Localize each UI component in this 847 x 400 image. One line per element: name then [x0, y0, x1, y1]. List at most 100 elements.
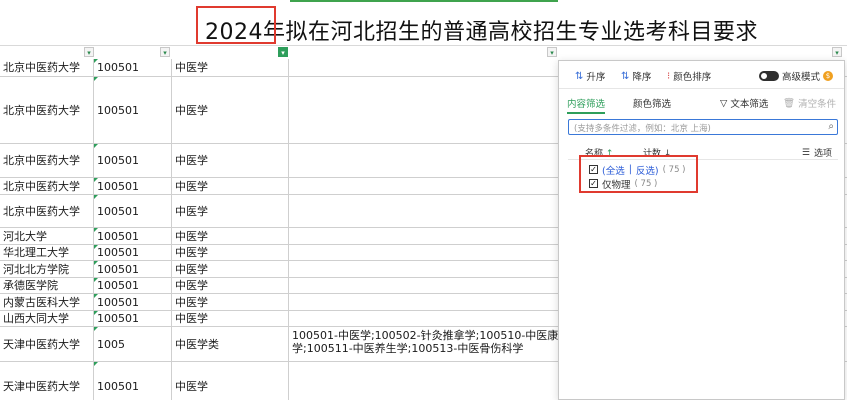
- school-cell-text: 北京中医药大学: [3, 179, 80, 193]
- code-cell[interactable]: 100501: [94, 59, 172, 76]
- major-cell[interactable]: 中医学: [172, 77, 289, 143]
- code-cell[interactable]: 100501: [94, 77, 172, 143]
- code-cell[interactable]: 100501: [94, 245, 172, 260]
- cell-comment-marker-icon: [94, 327, 98, 331]
- major-cell[interactable]: 中医学: [172, 178, 289, 194]
- code-cell[interactable]: 100501: [94, 278, 172, 293]
- advanced-mode-label: 高级模式: [782, 72, 821, 83]
- major-cell[interactable]: 中医学: [172, 311, 289, 326]
- column-b-filter-dropdown[interactable]: ▾: [160, 47, 170, 57]
- code-cell[interactable]: 100501: [94, 311, 172, 326]
- major-cell[interactable]: 中医学: [172, 294, 289, 310]
- advanced-mode-toggle[interactable]: 高级模式 $: [759, 69, 834, 83]
- highlight-box-filter-items: [579, 155, 698, 193]
- major-cell-text: 中医学: [175, 380, 208, 393]
- search-icon[interactable]: ⌕: [828, 121, 834, 132]
- toggle-switch-icon: [759, 71, 779, 81]
- school-cell[interactable]: 天津中医药大学: [0, 362, 94, 400]
- school-cell-text: 承德医学院: [3, 279, 58, 292]
- school-cell[interactable]: 承德医学院: [0, 278, 94, 293]
- sort-ascending-button[interactable]: ⇅ 升序: [575, 69, 606, 84]
- school-cell[interactable]: 北京中医药大学: [0, 59, 94, 76]
- cell-comment-marker-icon: [94, 362, 98, 366]
- list-options-label: 选项: [813, 149, 832, 159]
- text-filter-button[interactable]: ▽ 文本筛选: [720, 96, 769, 111]
- color-sort-label: 颜色排序: [673, 72, 712, 83]
- major-cell-text: 中医学: [175, 279, 208, 292]
- major-cell[interactable]: 中医学: [172, 362, 289, 400]
- major-cell[interactable]: 中医学: [172, 261, 289, 277]
- clear-condition-button[interactable]: 🗑 清空条件: [783, 96, 837, 111]
- top-accent-line: [290, 0, 558, 2]
- sheet-title[interactable]: 2024年拟在河北招生的普通高校招生专业选考科目要求: [205, 14, 758, 46]
- code-cell[interactable]: 100501: [94, 144, 172, 177]
- school-cell[interactable]: 山西大同大学: [0, 311, 94, 326]
- filter-panel: ⇅ 升序 ⇅ 降序 ⁝ 颜色排序 高级模式 $ 内容筛选 颜色筛选 ▽ 文本筛选…: [558, 60, 845, 400]
- sort-descending-button[interactable]: ⇅ 降序: [621, 69, 651, 84]
- school-cell-text: 华北理工大学: [3, 246, 69, 259]
- filter-search-input[interactable]: (支持多条件过滤，例如：北京 上海) ⌕: [568, 119, 838, 135]
- school-cell[interactable]: 河北大学: [0, 228, 94, 244]
- color-sort-icon: ⁝: [667, 70, 671, 82]
- code-cell[interactable]: 100501: [94, 178, 172, 194]
- cell-comment-marker-icon: [94, 261, 98, 265]
- school-cell-text: 北京中医药大学: [3, 61, 80, 74]
- school-cell[interactable]: 北京中医药大学: [0, 195, 94, 227]
- major-cell[interactable]: 中医学: [172, 144, 289, 177]
- text-filter-label: 文本筛选: [730, 99, 769, 110]
- sort-ascending-label: 升序: [586, 72, 606, 83]
- detail-cell-text: 100501-中医学;100502-针灸推拿学;100510-中医康学;1005…: [292, 329, 559, 355]
- school-cell-text: 北京中医药大学: [3, 154, 80, 167]
- code-cell[interactable]: 100501: [94, 261, 172, 277]
- list-options-button[interactable]: ☰ 选项: [801, 146, 832, 160]
- sort-ascending-icon: ⇅: [575, 70, 584, 82]
- code-cell[interactable]: 100501: [94, 294, 172, 310]
- color-sort-button[interactable]: ⁝ 颜色排序: [667, 69, 712, 84]
- column-d-filter-dropdown[interactable]: ▾: [547, 47, 557, 57]
- cell-comment-marker-icon: [94, 278, 98, 282]
- code-cell[interactable]: 100501: [94, 228, 172, 244]
- school-cell[interactable]: 北京中医药大学: [0, 144, 94, 177]
- major-cell[interactable]: 中医学: [172, 228, 289, 244]
- tab-color-filter[interactable]: 颜色筛选: [633, 96, 671, 110]
- code-cell-text: 100501: [97, 154, 139, 167]
- school-cell[interactable]: 北京中医药大学: [0, 77, 94, 143]
- school-cell[interactable]: 天津中医药大学: [0, 327, 94, 361]
- major-cell-text: 中医学类: [175, 337, 219, 351]
- code-cell[interactable]: 1005: [94, 327, 172, 361]
- school-cell[interactable]: 河北北方学院: [0, 261, 94, 277]
- sort-descending-icon: ⇅: [621, 70, 630, 82]
- school-cell-text: 山西大同大学: [3, 312, 69, 325]
- school-cell[interactable]: 华北理工大学: [0, 245, 94, 260]
- column-a-filter-dropdown[interactable]: ▾: [84, 47, 94, 57]
- sheet-title-row: 2024年拟在河北招生的普通高校招生专业选考科目要求: [0, 0, 847, 46]
- school-cell-text: 天津中医药大学: [3, 337, 80, 351]
- major-cell[interactable]: 中医学: [172, 195, 289, 227]
- clear-condition-label: 清空条件: [798, 99, 837, 110]
- major-cell[interactable]: 中医学类: [172, 327, 289, 361]
- column-e-filter-dropdown[interactable]: ▾: [832, 47, 842, 57]
- filter-dropdown-row: ▾ ▾ ▾ ▾ ▾: [0, 46, 847, 59]
- cell-comment-marker-icon: [94, 195, 98, 199]
- menu-lines-icon: ☰: [801, 147, 810, 158]
- major-cell[interactable]: 中医学: [172, 245, 289, 260]
- school-cell[interactable]: 北京中医药大学: [0, 178, 94, 194]
- major-cell[interactable]: 中医学: [172, 59, 289, 76]
- code-cell-text: 100501: [97, 312, 139, 325]
- tab-content-filter[interactable]: 内容筛选: [567, 96, 606, 114]
- major-cell-text: 中医学: [175, 246, 208, 259]
- column-c-filter-active-icon[interactable]: ▾: [278, 47, 288, 57]
- code-cell-text: 100501: [97, 295, 139, 309]
- search-placeholder: (支持多条件过滤，例如：北京 上海): [574, 124, 711, 134]
- major-cell[interactable]: 中医学: [172, 278, 289, 293]
- code-cell[interactable]: 100501: [94, 362, 172, 400]
- code-cell-text: 100501: [97, 179, 139, 193]
- major-cell-text: 中医学: [175, 61, 208, 74]
- funnel-icon: ▽: [720, 97, 728, 109]
- cell-comment-marker-icon: [94, 294, 98, 298]
- school-cell[interactable]: 内蒙古医科大学: [0, 294, 94, 310]
- code-cell-text: 100501: [97, 61, 139, 74]
- cell-comment-marker-icon: [94, 311, 98, 315]
- code-cell[interactable]: 100501: [94, 195, 172, 227]
- major-cell-text: 中医学: [175, 295, 208, 309]
